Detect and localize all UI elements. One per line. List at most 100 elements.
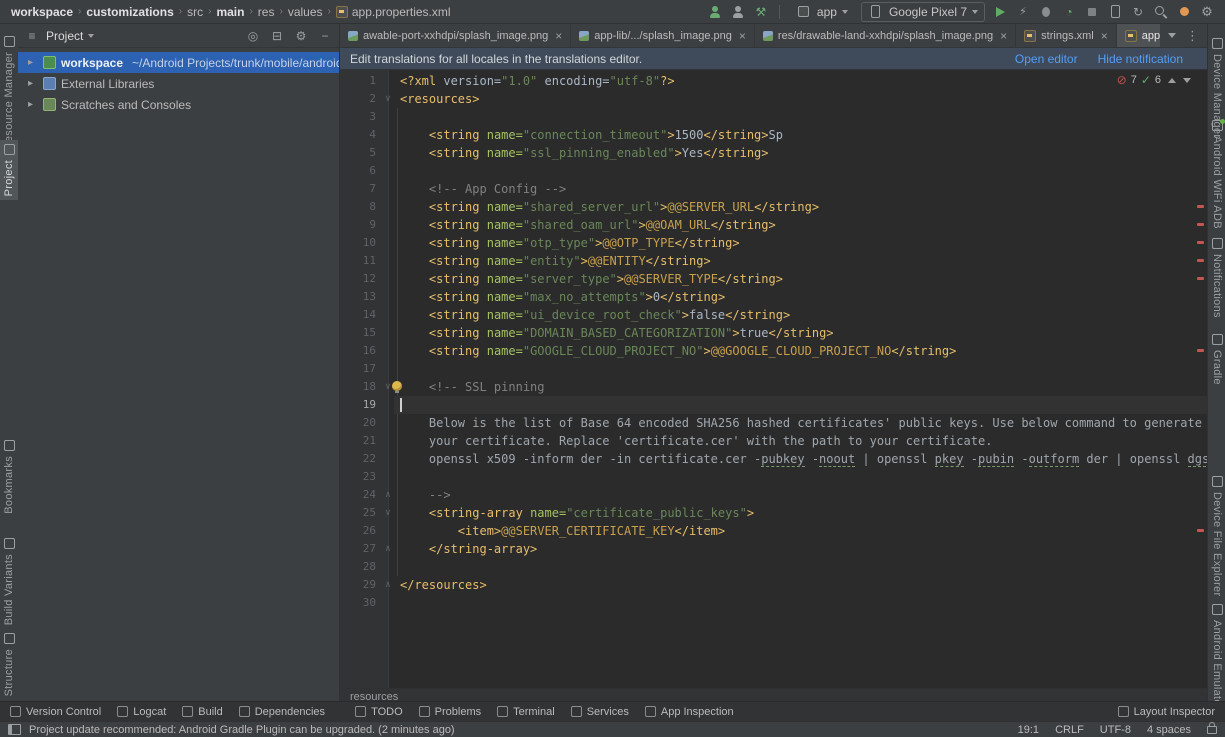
code-line[interactable]: 6 (340, 162, 1207, 180)
intention-bulb-icon[interactable] (392, 381, 402, 391)
file-encoding[interactable]: UTF-8 (1100, 724, 1131, 736)
hidden-tabs-chevron-icon[interactable] (1168, 33, 1176, 38)
editor-tab[interactable]: app-lib/.../splash_image.png× (571, 24, 755, 47)
code-line[interactable]: 1<?xml version="1.0" encoding="utf-8"?> (340, 72, 1207, 90)
device-mirror-icon[interactable] (1107, 4, 1123, 20)
code-editor[interactable]: 1<?xml version="1.0" encoding="utf-8"?>2… (340, 70, 1207, 688)
search-everywhere-icon[interactable] (1153, 4, 1169, 20)
settings-gear-icon[interactable]: ⚙ (293, 29, 309, 43)
warning-stripe-mark[interactable] (1197, 349, 1204, 352)
breadcrumb-item[interactable]: app.properties.xml (335, 5, 452, 19)
run-button[interactable] (992, 4, 1008, 20)
code-line[interactable]: 3 (340, 108, 1207, 126)
code-line[interactable]: 29∧</resources> (340, 576, 1207, 594)
code-line[interactable]: 23 (340, 468, 1207, 486)
code-line[interactable]: 4 <string name="connection_timeout">1500… (340, 126, 1207, 144)
indent-setting[interactable]: 4 spaces (1147, 724, 1191, 736)
fold-marker[interactable]: ∧ (382, 576, 394, 594)
warning-stripe-mark[interactable] (1197, 259, 1204, 262)
sdk-manager-icon[interactable] (753, 4, 769, 20)
tree-item-scratches-and-consoles[interactable]: ▸Scratches and Consoles (18, 94, 339, 115)
sidebar-item-gradle[interactable]: Gradle (1208, 330, 1225, 389)
prev-issue-chevron-icon[interactable] (1168, 78, 1176, 83)
bottom-tool-todo[interactable]: TODO (355, 706, 403, 718)
line-separator[interactable]: CRLF (1055, 724, 1084, 736)
inspections-widget[interactable]: ⊘ 7 ✓ 6 (1117, 73, 1191, 87)
code-line[interactable]: 16 <string name="GOOGLE_CLOUD_PROJECT_NO… (340, 342, 1207, 360)
code-line[interactable]: 8 <string name="shared_server_url">@@SER… (340, 198, 1207, 216)
code-line[interactable]: 30 (340, 594, 1207, 612)
code-line[interactable]: 9 <string name="shared_oam_url">@@OAM_UR… (340, 216, 1207, 234)
bottom-tool-problems[interactable]: Problems (419, 706, 481, 718)
breadcrumb-item[interactable]: res (257, 5, 276, 19)
breadcrumb-item[interactable]: src (186, 5, 204, 19)
warning-stripe-mark[interactable] (1197, 529, 1204, 532)
run-configuration-select[interactable]: app (790, 3, 854, 21)
sidebar-item-structure[interactable]: Structure (0, 629, 18, 700)
chevron-right-icon[interactable]: ▸ (28, 99, 38, 110)
sidebar-item-project[interactable]: Project (0, 140, 18, 200)
code-line[interactable]: 27∧ </string-array> (340, 540, 1207, 558)
close-icon[interactable]: × (1101, 29, 1108, 43)
code-line[interactable]: 18∨ <!-- SSL pinning (340, 378, 1207, 396)
notifications-icon[interactable] (1176, 4, 1192, 20)
code-line[interactable]: 21 your certificate. Replace 'certificat… (340, 432, 1207, 450)
breadcrumb-item[interactable]: values (287, 5, 324, 19)
chevron-right-icon[interactable]: ▸ (28, 78, 38, 89)
sidebar-item-build-variants[interactable]: Build Variants (0, 534, 18, 629)
breadcrumb-item[interactable]: workspace (10, 5, 74, 19)
code-line[interactable]: 7 <!-- App Config --> (340, 180, 1207, 198)
settings-gear-icon[interactable] (1199, 4, 1215, 20)
warning-stripe-mark[interactable] (1197, 205, 1204, 208)
close-icon[interactable]: × (1000, 29, 1007, 43)
close-icon[interactable]: × (555, 29, 562, 43)
warning-stripe-mark[interactable] (1197, 241, 1204, 244)
sidebar-item-notifications[interactable]: Notifications (1208, 234, 1225, 322)
status-message[interactable]: Project update recommended: Android Grad… (29, 724, 455, 736)
code-line[interactable]: 5 <string name="ssl_pinning_enabled">Yes… (340, 144, 1207, 162)
sidebar-item-resource-manager[interactable]: Resource Manager (0, 32, 18, 154)
editor-tab[interactable]: awable-port-xxhdpi/splash_image.png× (340, 24, 571, 47)
bottom-tool-services[interactable]: Services (571, 706, 629, 718)
code-line[interactable]: 19 (340, 396, 1207, 414)
hide-panel-icon[interactable]: − (317, 29, 333, 43)
editor-tab[interactable]: strings.xml× (1016, 24, 1117, 47)
warning-stripe-mark[interactable] (1197, 277, 1204, 280)
editor-tab[interactable]: app.properties.xml× (1117, 24, 1160, 47)
fold-marker[interactable]: ∨ (382, 90, 394, 108)
fold-marker[interactable]: ∨ (382, 504, 394, 522)
code-line[interactable]: 10 <string name="otp_type">@@OTP_TYPE</s… (340, 234, 1207, 252)
hide-notification-link[interactable]: Hide notification (1098, 52, 1183, 66)
next-issue-chevron-icon[interactable] (1183, 78, 1191, 83)
bottom-tool-dependencies[interactable]: Dependencies (239, 706, 325, 718)
editor-tab[interactable]: res/drawable-land-xxhdpi/splash_image.pn… (755, 24, 1016, 47)
collapse-all-icon[interactable]: ⊟ (269, 29, 285, 43)
bottom-tool-app-inspection[interactable]: App Inspection (645, 706, 734, 718)
write-access-lock-icon[interactable] (1207, 726, 1217, 734)
code-line[interactable]: 13 <string name="max_no_attempts">0</str… (340, 288, 1207, 306)
chevron-right-icon[interactable]: ▸ (28, 57, 38, 68)
bottom-tool-layout-inspector[interactable]: Layout Inspector (1118, 706, 1215, 718)
caret-position[interactable]: 19:1 (1018, 724, 1039, 736)
fold-marker[interactable]: ∧ (382, 486, 394, 504)
sidebar-item-android-wifi-adb[interactable]: Android WiFi ADB (1208, 116, 1225, 233)
code-line[interactable]: 28 (340, 558, 1207, 576)
device-select[interactable]: Google Pixel 7 (861, 2, 985, 22)
stop-button[interactable] (1084, 4, 1100, 20)
code-line[interactable]: 17 (340, 360, 1207, 378)
code-line[interactable]: 20 Below is the list of Base 64 encoded … (340, 414, 1207, 432)
code-line[interactable]: 11 <string name="entity">@@ENTITY</strin… (340, 252, 1207, 270)
tree-item-workspace[interactable]: ▸workspace~/Android Projects/trunk/mobil… (18, 52, 339, 73)
breadcrumb-item[interactable]: main (215, 5, 245, 19)
fold-marker[interactable]: ∧ (382, 540, 394, 558)
project-view-select[interactable]: Project (46, 29, 94, 43)
user-profile-icon[interactable] (730, 4, 746, 20)
warning-stripe-mark[interactable] (1197, 223, 1204, 226)
device-manager-icon[interactable] (707, 4, 723, 20)
open-editor-link[interactable]: Open editor (1015, 52, 1078, 66)
debug-button[interactable] (1038, 4, 1054, 20)
breadcrumb-item[interactable]: customizations (85, 5, 174, 19)
close-icon[interactable]: × (739, 29, 746, 43)
code-line[interactable]: 2∨<resources> (340, 90, 1207, 108)
code-line[interactable]: 14 <string name="ui_device_root_check">f… (340, 306, 1207, 324)
